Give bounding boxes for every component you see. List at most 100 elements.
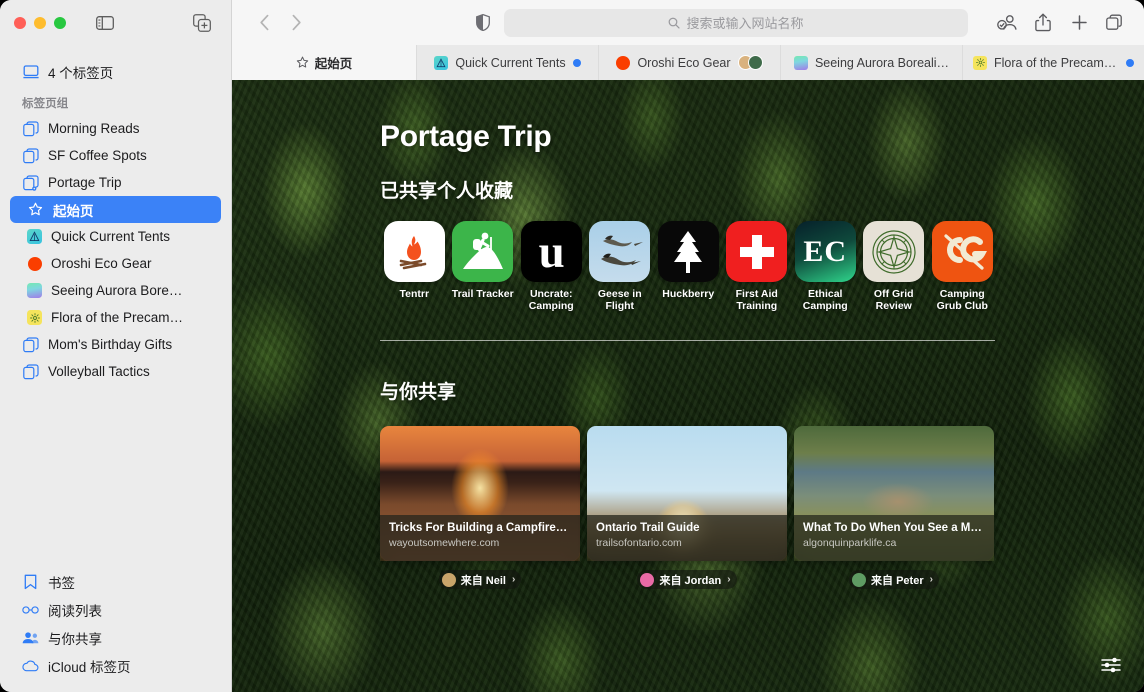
favorite-label: Ethical Camping: [802, 288, 848, 312]
tab-overview-icon[interactable]: [1100, 9, 1130, 37]
favorite-uncrate-camping[interactable]: u Uncrate: Camping: [517, 221, 586, 312]
sidebar-item-shared-with-you[interactable]: 与你共享: [10, 624, 221, 652]
shared-card-url: trailsofontario.com: [596, 537, 682, 549]
sidebar-item-start-page[interactable]: 起始页: [10, 196, 221, 223]
sidebar-item-moms-birthday-gifts[interactable]: Mom's Birthday Gifts: [10, 331, 221, 358]
sidebar-body: 4 个标签页 标签页组 Morning Reads SF Coffee Spot…: [0, 46, 231, 568]
favorite-huckberry[interactable]: Huckberry: [654, 221, 723, 312]
shared-card-url: wayoutsomewhere.com: [389, 537, 500, 549]
tab-label: Flora of the Precambi…: [994, 55, 1119, 70]
yellow-flora-favicon: [973, 55, 987, 70]
tab-group-icon: [22, 147, 39, 164]
tab-label: 起始页: [314, 57, 353, 71]
sidebar-group-header: 标签页组: [22, 98, 69, 110]
share-icon[interactable]: [1028, 9, 1058, 37]
shared-card-wrapper: Ontario Trail Guide trailsofontario.com …: [587, 426, 787, 589]
aurora-gradient-favicon: [793, 55, 808, 70]
sidebar-item-label: iCloud 标签页: [48, 660, 131, 675]
campfire-favicon: [383, 221, 445, 282]
sidebar-item-morning-reads[interactable]: Morning Reads: [10, 115, 221, 142]
sidebar-item-flora-precambrian[interactable]: Flora of the Precam…: [10, 304, 221, 331]
favorite-label: Camping Grub Club: [936, 288, 988, 312]
favorite-label: Uncrate: Camping: [528, 288, 574, 312]
tab-label: Seeing Aurora Boreali…: [814, 55, 950, 70]
favorite-first-aid-training[interactable]: First Aid Training: [723, 221, 792, 312]
sidebar-toggle-icon[interactable]: [92, 12, 118, 34]
sidebar-item-label: Morning Reads: [48, 121, 140, 136]
sidebar-item-label: Volleyball Tactics: [48, 364, 150, 379]
favorite-label: Geese in Flight: [597, 288, 642, 312]
sliders-icon[interactable]: [1096, 652, 1126, 678]
shared-from-badge[interactable]: 来自 Jordan ›: [637, 570, 737, 589]
tab-oroshi-eco-gear[interactable]: Oroshi Eco Gear: [598, 45, 780, 80]
tab-flora-precambrian[interactable]: Flora of the Precambi…: [962, 45, 1144, 80]
favorite-ethical-camping[interactable]: EC Ethical Camping: [791, 221, 860, 312]
cg-skewer-favicon: [931, 221, 993, 282]
chevron-right-icon: ›: [511, 574, 516, 585]
tab-group-icon: [22, 363, 39, 380]
favorite-camping-grub-club[interactable]: Camping Grub Club: [928, 221, 997, 312]
close-button[interactable]: [14, 17, 26, 29]
favorite-tentrr[interactable]: Tentrr: [380, 221, 449, 312]
forward-button[interactable]: [280, 9, 312, 37]
shared-from-badge[interactable]: 来自 Neil ›: [438, 570, 522, 589]
tab-participant-avatars[interactable]: [737, 55, 763, 70]
favorite-geese-in-flight[interactable]: Geese in Flight: [586, 221, 655, 312]
ec-monogram-favicon: EC: [794, 221, 856, 282]
shared-card-moose[interactable]: What To Do When You See a Moo… algonquin…: [794, 426, 994, 561]
unread-indicator-dot: [572, 58, 581, 67]
privacy-shield-icon[interactable]: [468, 9, 498, 37]
shared-from-badge[interactable]: 来自 Peter ›: [849, 570, 939, 589]
shared-from-label: 来自 Jordan: [659, 574, 722, 587]
sidebar-item-portage-trip[interactable]: Portage Trip: [10, 169, 221, 196]
sidebar-item-reading-list[interactable]: 阅读列表: [10, 596, 221, 624]
minimize-button[interactable]: [34, 17, 46, 29]
star-icon: [296, 56, 309, 69]
zoom-button[interactable]: [54, 17, 66, 29]
sidebar-item-bookmarks[interactable]: 书签: [10, 568, 221, 596]
sidebar-item-label: SF Coffee Spots: [48, 148, 147, 163]
favorite-label: Trail Tracker: [451, 288, 514, 300]
safari-window: 4 个标签页 标签页组 Morning Reads SF Coffee Spot…: [0, 0, 1144, 692]
tab-quick-current-tents[interactable]: Quick Current Tents: [416, 45, 598, 80]
sidebar-item-oroshi-eco-gear[interactable]: Oroshi Eco Gear: [10, 250, 221, 277]
section-divider: [380, 340, 995, 341]
shared-card-url: algonquinparklife.ca: [803, 537, 897, 549]
sidebar-item-icloud-tabs[interactable]: iCloud 标签页: [10, 652, 221, 680]
shared-card-meta: Tricks For Building a Campfire—F… wayout…: [380, 515, 580, 561]
hiker-favicon: [452, 221, 514, 282]
yellow-flora-favicon: [27, 310, 42, 325]
pine-tree-favicon: [657, 221, 719, 282]
address-bar[interactable]: 搜索或输入网站名称: [504, 8, 968, 37]
address-input[interactable]: 搜索或输入网站名称: [686, 13, 803, 32]
shared-participants-icon[interactable]: [992, 9, 1022, 37]
tab-seeing-aurora[interactable]: Seeing Aurora Boreali…: [780, 45, 962, 80]
shared-card-meta: What To Do When You See a Moo… algonquin…: [794, 515, 994, 561]
shared-card-meta: Ontario Trail Guide trailsofontario.com: [587, 515, 787, 561]
shared-card-ontario-trail[interactable]: Ontario Trail Guide trailsofontario.com: [587, 426, 787, 561]
new-tab-group-icon[interactable]: [187, 10, 217, 36]
sidebar-item-label: 与你共享: [48, 632, 102, 647]
sidebar-item-tab-count[interactable]: 4 个标签页: [10, 58, 221, 85]
shared-with-you-heading: 与你共享: [380, 382, 457, 403]
sidebar-footer: 书签 阅读列表 与你共享 iCloud 标签页: [0, 568, 231, 692]
sidebar-item-seeing-aurora[interactable]: Seeing Aurora Bore…: [10, 277, 221, 304]
sidebar-item-volleyball-tactics[interactable]: Volleyball Tactics: [10, 358, 221, 385]
red-cross-favicon: [726, 221, 788, 282]
tab-label: Quick Current Tents: [455, 55, 566, 70]
avatar-peter: [852, 572, 867, 587]
chevron-right-icon: ›: [727, 574, 731, 585]
back-button[interactable]: [248, 9, 280, 37]
shared-card-campfire[interactable]: Tricks For Building a Campfire—F… wayout…: [380, 426, 580, 561]
orange-circle-favicon: [28, 256, 42, 271]
toolbar-right-buttons: [992, 9, 1130, 37]
shared-card-wrapper: What To Do When You See a Moo… algonquin…: [794, 426, 994, 589]
icloud-icon: [22, 658, 39, 675]
tab-start-page[interactable]: 起始页: [232, 45, 416, 80]
plus-icon[interactable]: [1064, 9, 1094, 37]
sidebar-item-quick-current-tents[interactable]: Quick Current Tents: [10, 223, 221, 250]
favorite-trail-tracker[interactable]: Trail Tracker: [449, 221, 518, 312]
sidebar-item-sf-coffee-spots[interactable]: SF Coffee Spots: [10, 142, 221, 169]
sidebar-item-label: Seeing Aurora Bore…: [51, 283, 183, 298]
favorite-off-grid-review[interactable]: Off Grid Review: [860, 221, 929, 312]
